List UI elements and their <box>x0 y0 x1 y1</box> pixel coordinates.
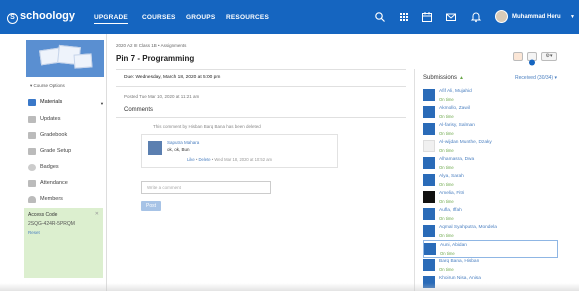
list-item[interactable]: Barq Bana, Hisban On time <box>423 257 558 275</box>
nav-groups[interactable]: GROUPS <box>186 14 215 21</box>
bottom-shadow <box>0 283 579 291</box>
chevron-down-icon: ▾ <box>554 75 557 81</box>
avatar <box>423 140 435 152</box>
chevron-down-icon[interactable]: ▼ <box>570 14 575 20</box>
print-button[interactable] <box>513 52 523 61</box>
nav-upgrade[interactable]: UPGRADE <box>94 14 128 24</box>
list-item[interactable]: Alya, Sarah On time <box>423 172 558 190</box>
delete-link[interactable]: Delete <box>198 157 210 162</box>
divider <box>116 69 406 70</box>
course-sidebar: ▾ Course Options Materials ▼ Updates Gra… <box>22 34 107 291</box>
avatar <box>423 174 435 186</box>
due-date: Due: Wednesday, March 18, 2020 at 5:00 p… <box>124 75 221 80</box>
nav-courses[interactable]: COURSES <box>142 14 176 21</box>
info-button[interactable] <box>527 52 537 66</box>
course-cover-image <box>26 40 104 77</box>
avatar <box>423 106 435 118</box>
sidebar-item-gradebook[interactable]: Gradebook <box>28 130 67 140</box>
updates-icon <box>28 115 36 123</box>
user-name[interactable]: Muhammad Heru <box>512 14 561 20</box>
access-code-panel: Access Code 2SQG-424R-5PRQM Reset ✕ <box>24 208 103 278</box>
avatar <box>423 157 435 169</box>
info-icon <box>529 59 535 66</box>
list-item[interactable]: Al-wijdan Munthe, Dzaky On time <box>423 138 558 156</box>
sidebar-item-grade-setup[interactable]: Grade Setup <box>28 146 71 156</box>
list-item[interactable]: Amelia, Fitri On time <box>423 189 558 207</box>
divider <box>116 86 406 87</box>
warning-icon: ▲ <box>459 75 464 81</box>
list-item[interactable]: Akmollo, Zawil On time <box>423 104 558 122</box>
apps-grid-icon[interactable] <box>398 11 410 23</box>
logo-s-icon: S <box>7 13 18 24</box>
badges-icon <box>28 163 36 171</box>
list-item[interactable]: Aufla, Iffah On time <box>423 206 558 224</box>
avatar <box>423 259 435 271</box>
calendar-icon[interactable] <box>421 11 433 23</box>
sidebar-item-updates[interactable]: Updates <box>28 114 61 124</box>
comments-heading: Comments <box>124 107 154 113</box>
list-item[interactable]: Aqmal Syahputra, Mondela On time <box>423 223 558 241</box>
sidebar-item-materials[interactable]: Materials <box>28 97 62 107</box>
page-title: Pin 7 - Programming <box>116 54 195 63</box>
list-item[interactable]: Alhamasra, Dwa On time <box>423 155 558 173</box>
list-item[interactable]: Afif Ali, Mujahid On time <box>423 87 558 105</box>
submissions-title: Submissions ▲ <box>423 75 464 81</box>
avatar <box>423 89 435 101</box>
settings-dropdown-button[interactable]: ⚙▾ <box>541 52 557 61</box>
close-icon[interactable]: ✕ <box>95 211 99 217</box>
comment-text: ok, ok, Bun <box>167 147 190 152</box>
list-item[interactable]: Al-farisy, Salman On time <box>423 121 558 139</box>
avatar <box>423 191 435 203</box>
list-item-selected[interactable]: Auni, Abidan On time <box>423 240 558 258</box>
avatar <box>148 141 162 155</box>
avatar <box>423 225 435 237</box>
comment-author[interactable]: Saputra Mahara <box>167 140 199 145</box>
user-avatar[interactable] <box>495 10 508 23</box>
comment-meta: Like • Delete • Wed Mar 18, 2020 at 10:5… <box>187 157 273 162</box>
access-code-value: 2SQG-424R-5PRQM <box>28 221 75 227</box>
access-code-reset-link[interactable]: Reset <box>28 230 99 235</box>
divider <box>116 117 406 118</box>
deleted-comment-notice: This comment by Hisban Barq Bana has bee… <box>153 124 261 129</box>
members-icon <box>28 195 36 203</box>
avatar <box>424 243 436 255</box>
gradebook-icon <box>28 131 36 139</box>
attendance-icon <box>28 179 36 187</box>
like-link[interactable]: Like <box>187 157 195 162</box>
comment-card: Saputra Mahara ok, ok, Bun Like • Delete… <box>141 134 338 168</box>
sidebar-item-badges[interactable]: Badges <box>28 162 59 172</box>
search-icon[interactable] <box>374 11 386 23</box>
avatar <box>423 208 435 220</box>
breadcrumb[interactable]: 2020 A2 III Class 1B • Assignments <box>116 43 186 48</box>
submissions-panel: Submissions ▲ Received (30/34) ▾ Afif Ali… <box>414 69 564 291</box>
top-navigation-bar: Sschoology UPGRADE COURSES GROUPS RESOUR… <box>0 0 579 34</box>
access-code-title: Access Code <box>28 212 58 218</box>
post-button[interactable]: Post <box>141 201 161 211</box>
chevron-down-icon[interactable]: ▼ <box>100 101 104 106</box>
nav-resources[interactable]: RESOURCES <box>226 14 269 21</box>
posted-date: Posted Tue Mar 10, 2020 at 11:21 am <box>124 94 200 99</box>
grade-setup-icon <box>28 147 36 155</box>
messages-icon[interactable] <box>445 11 457 23</box>
notifications-bell-icon[interactable] <box>470 11 482 23</box>
comment-input[interactable]: Write a comment <box>141 181 271 194</box>
received-filter-dropdown[interactable]: Received (30/34) ▾ <box>515 75 557 81</box>
schoology-logo[interactable]: Sschoology <box>7 10 75 24</box>
sidebar-item-attendance[interactable]: Attendance <box>28 178 68 188</box>
avatar <box>423 123 435 135</box>
comment-time: Wed Mar 18, 2020 at 10:52 am <box>214 157 273 162</box>
sidebar-item-members[interactable]: Members <box>28 194 63 204</box>
course-options-toggle[interactable]: ▾ Course Options <box>30 83 65 89</box>
materials-icon <box>28 98 36 106</box>
